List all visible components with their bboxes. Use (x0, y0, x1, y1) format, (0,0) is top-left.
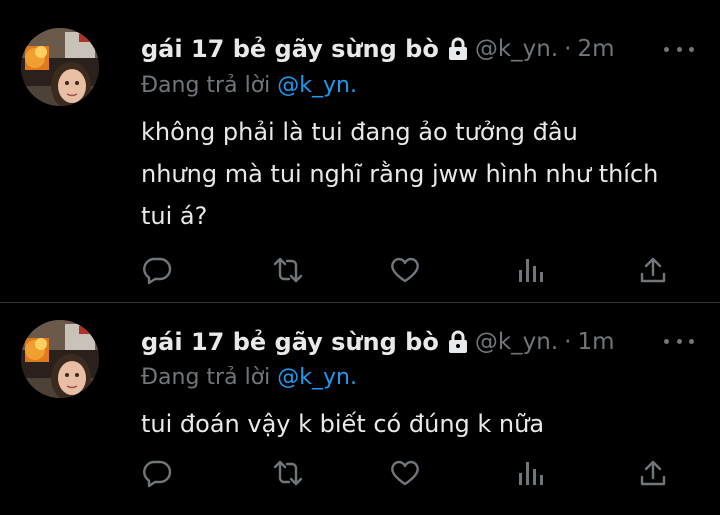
like-icon[interactable] (389, 458, 421, 488)
replying-to-label: Đang trả lời (141, 73, 271, 98)
tweet-actions (141, 255, 671, 285)
replying-to-mention[interactable]: @k_yn. (277, 365, 357, 390)
handle[interactable]: @k_yn. (475, 36, 558, 62)
replying-to-label: Đang trả lời (141, 365, 271, 390)
timestamp[interactable]: 2m (577, 36, 614, 62)
tweet-header: gái 17 bẻ gãy sừng bò @k_yn. · 2m (141, 32, 615, 66)
timestamp[interactable]: 1m (577, 329, 614, 355)
display-name[interactable]: gái 17 bẻ gãy sừng bò (141, 35, 439, 63)
like-icon[interactable] (389, 255, 421, 285)
lock-icon (447, 330, 469, 354)
replying-to-mention[interactable]: @k_yn. (277, 73, 357, 98)
retweet-icon[interactable] (272, 255, 304, 285)
share-icon[interactable] (637, 255, 669, 285)
tweet-text: không phải là tui đang ảo tưởng đâu nhưn… (141, 118, 659, 230)
views-icon[interactable] (515, 458, 547, 488)
reply-icon[interactable] (141, 458, 173, 488)
avatar[interactable] (21, 320, 99, 398)
tweet[interactable]: gái 17 bẻ gãy sừng bò @k_yn. · 1m Đang t… (0, 303, 720, 515)
views-icon[interactable] (515, 255, 547, 285)
display-name[interactable]: gái 17 bẻ gãy sừng bò (141, 328, 439, 356)
replying-to: Đang trả lời @k_yn. (141, 365, 357, 390)
tweet-actions (141, 458, 671, 488)
avatar[interactable] (21, 28, 99, 106)
tweet[interactable]: gái 17 bẻ gãy sừng bò @k_yn. · 2m Đang t… (0, 0, 720, 303)
share-icon[interactable] (637, 458, 669, 488)
more-icon[interactable] (664, 334, 694, 348)
lock-icon (447, 37, 469, 61)
reply-icon[interactable] (141, 255, 173, 285)
more-icon[interactable] (664, 42, 694, 56)
handle[interactable]: @k_yn. (475, 329, 558, 355)
tweet-header: gái 17 bẻ gãy sừng bò @k_yn. · 1m (141, 325, 615, 359)
replying-to: Đang trả lời @k_yn. (141, 73, 357, 98)
separator: · (564, 36, 572, 62)
retweet-icon[interactable] (272, 458, 304, 488)
tweet-text: tui đoán vậy k biết có đúng k nữa (141, 410, 545, 438)
separator: · (564, 329, 572, 355)
